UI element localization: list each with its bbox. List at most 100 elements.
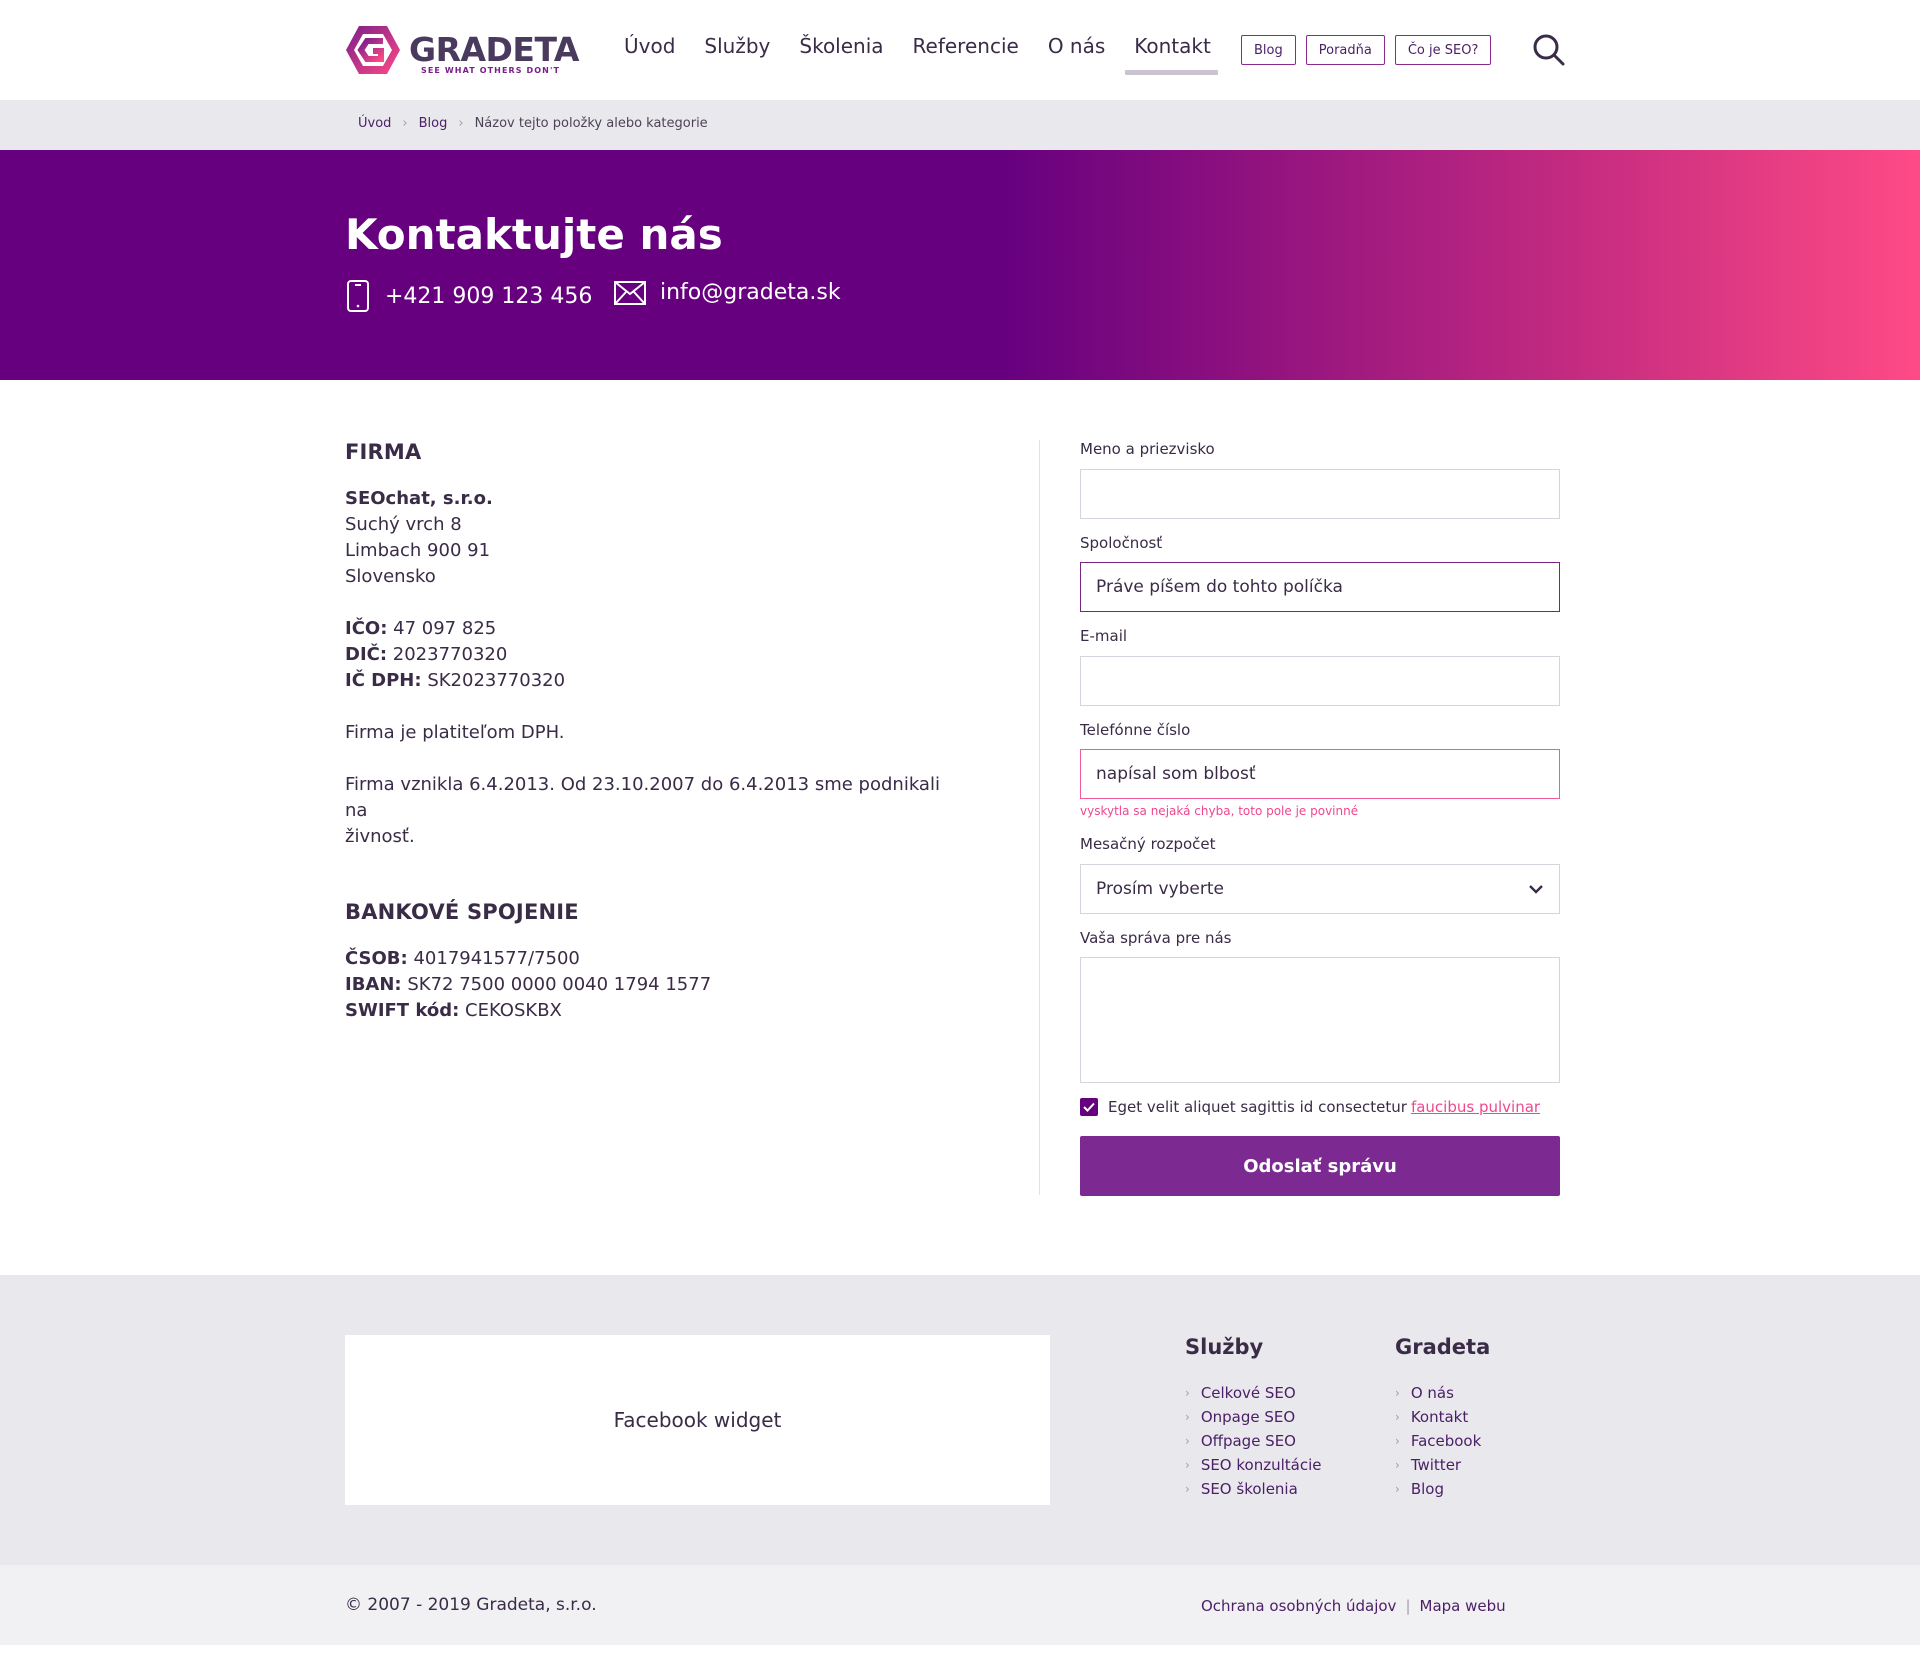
chevron-right-icon: › bbox=[1395, 1482, 1400, 1496]
phone-label: Telefónne číslo bbox=[1080, 721, 1191, 739]
footer-link-kontakt[interactable]: › Kontakt bbox=[1395, 1405, 1490, 1429]
main-nav: Úvod Služby Školenia Referencie O nás Ko… bbox=[624, 34, 1240, 75]
nav-item-kontakt[interactable]: Kontakt bbox=[1125, 34, 1218, 75]
breadcrumb: Úvod › Blog › Názov tejto položky alebo … bbox=[0, 100, 1920, 150]
pill-poradna[interactable]: Poradňa bbox=[1305, 35, 1385, 65]
name-label: Meno a priezvisko bbox=[1080, 440, 1215, 458]
csob-value: 4017941577/7500 bbox=[413, 948, 580, 969]
chevron-right-icon: › bbox=[1395, 1458, 1400, 1472]
footer-link-onpage-seo[interactable]: › Onpage SEO bbox=[1185, 1405, 1322, 1429]
footer-link-label: O nás bbox=[1410, 1384, 1454, 1402]
nav-item-referencie[interactable]: Referencie bbox=[913, 34, 1019, 74]
footer-link-twitter[interactable]: › Twitter bbox=[1395, 1453, 1490, 1477]
footer-link-seo-skolenia[interactable]: › SEO školenia bbox=[1185, 1477, 1322, 1501]
ico-label: IČO: bbox=[345, 618, 388, 639]
hero-email[interactable]: info@gradeta.sk bbox=[614, 280, 841, 305]
bottom-bar: © 2007 - 2019 Gradeta, s.r.o. Ochrana os… bbox=[0, 1565, 1920, 1645]
footer-link-facebook[interactable]: › Facebook bbox=[1395, 1429, 1490, 1453]
column-divider bbox=[1039, 440, 1040, 1195]
consent-link[interactable]: faucibus pulvinar bbox=[1411, 1098, 1540, 1116]
footer-services-title: Služby bbox=[1185, 1335, 1264, 1359]
chevron-right-icon: › bbox=[1395, 1386, 1400, 1400]
site-footer: Facebook widget Služby › Celkové SEO › Onp… bbox=[0, 1275, 1920, 1565]
submit-button[interactable]: Odoslať správu bbox=[1080, 1136, 1560, 1196]
iban-label: IBAN: bbox=[345, 974, 402, 995]
nav-item-uvod[interactable]: Úvod bbox=[624, 34, 675, 74]
chevron-down-icon bbox=[1529, 885, 1543, 894]
swift-label: SWIFT kód: bbox=[345, 1000, 460, 1021]
footer-link-seo-konzultacie[interactable]: › SEO konzultácie bbox=[1185, 1453, 1322, 1477]
company-label: Spoločnosť bbox=[1080, 534, 1163, 552]
footer-link-label: SEO školenia bbox=[1200, 1480, 1298, 1498]
breadcrumb-item-uvod[interactable]: Úvod bbox=[358, 116, 391, 131]
footer-link-blog[interactable]: › Blog bbox=[1395, 1477, 1490, 1501]
pill-blog[interactable]: Blog bbox=[1241, 35, 1296, 65]
footer-services: Služby › Celkové SEO › Onpage SEO › Offpage… bbox=[1185, 1335, 1322, 1501]
site-header: GRADETA SEE WHAT OTHERS DON'T Úvod Služb… bbox=[0, 0, 1920, 100]
facebook-widget[interactable]: Facebook widget bbox=[345, 1335, 1050, 1505]
phone-icon bbox=[347, 280, 369, 312]
icdph-value: SK2023770320 bbox=[427, 670, 566, 691]
swift-value: CEKOSKBX bbox=[465, 1000, 562, 1021]
chevron-right-icon: › bbox=[402, 116, 408, 131]
footer-link-label: Offpage SEO bbox=[1200, 1432, 1296, 1450]
footer-link-label: Celkové SEO bbox=[1200, 1384, 1296, 1402]
company-heading: FIRMA bbox=[345, 440, 422, 464]
legal-separator: | bbox=[1405, 1597, 1411, 1615]
logo-wordmark: GRADETA bbox=[409, 30, 579, 69]
email-field[interactable] bbox=[1080, 656, 1560, 706]
footer-link-label: Twitter bbox=[1410, 1456, 1462, 1474]
pill-co-je-seo[interactable]: Čo je SEO? bbox=[1394, 35, 1492, 65]
copyright: © 2007 - 2019 Gradeta, s.r.o. bbox=[345, 1595, 597, 1615]
hero-phone-text: +421 909 123 456 bbox=[385, 283, 593, 309]
phone-error-message: vyskytla sa nejaká chyba, toto pole je p… bbox=[1080, 804, 1359, 818]
chevron-right-icon: › bbox=[1185, 1458, 1190, 1472]
chevron-right-icon: › bbox=[1185, 1434, 1190, 1448]
chevron-right-icon: › bbox=[1395, 1434, 1400, 1448]
footer-link-celkove-seo[interactable]: › Celkové SEO bbox=[1185, 1381, 1322, 1405]
nav-item-o-nas[interactable]: O nás bbox=[1048, 34, 1105, 74]
name-field[interactable] bbox=[1080, 469, 1560, 519]
consent-checkbox[interactable] bbox=[1080, 1098, 1098, 1116]
chevron-right-icon: › bbox=[458, 116, 464, 131]
history-line-2: živnosť. bbox=[345, 826, 415, 847]
phone-field[interactable]: napísal som blbosť bbox=[1080, 749, 1560, 799]
search-button[interactable] bbox=[1532, 33, 1566, 67]
company-country: Slovensko bbox=[345, 566, 436, 587]
consent-text: Eget velit aliquet sagittis id consectet… bbox=[1108, 1098, 1407, 1116]
logo[interactable]: GRADETA SEE WHAT OTHERS DON'T bbox=[345, 24, 579, 76]
budget-select[interactable]: Prosím vyberte bbox=[1080, 864, 1560, 914]
hero-phone[interactable]: +421 909 123 456 bbox=[345, 280, 592, 312]
ico-value: 47 097 825 bbox=[393, 618, 497, 639]
company-name: SEOchat, s.r.o. bbox=[345, 488, 493, 509]
bank-heading: BANKOVÉ SPOJENIE bbox=[345, 900, 579, 924]
footer-link-offpage-seo[interactable]: › Offpage SEO bbox=[1185, 1429, 1322, 1453]
privacy-link[interactable]: Ochrana osobných údajov bbox=[1201, 1597, 1396, 1615]
breadcrumb-current: Názov tejto položky alebo kategorie bbox=[474, 116, 708, 131]
message-label: Vaša správa pre nás bbox=[1080, 929, 1232, 947]
vat-note: Firma je platiteľom DPH. bbox=[345, 722, 565, 743]
consent-row: Eget velit aliquet sagittis id consectet… bbox=[1080, 1098, 1540, 1116]
chevron-right-icon: › bbox=[1395, 1410, 1400, 1424]
footer-link-o-nas[interactable]: › O nás bbox=[1395, 1381, 1490, 1405]
nav-item-skolenia[interactable]: Školenia bbox=[799, 34, 883, 74]
logo-tagline: SEE WHAT OTHERS DON'T bbox=[421, 66, 561, 75]
dic-value: 2023770320 bbox=[392, 644, 508, 665]
footer-company-title: Gradeta bbox=[1395, 1335, 1491, 1359]
message-textarea[interactable] bbox=[1080, 957, 1560, 1083]
sitemap-link[interactable]: Mapa webu bbox=[1420, 1597, 1506, 1615]
budget-select-value: Prosím vyberte bbox=[1096, 879, 1224, 899]
footer-link-label: SEO konzultácie bbox=[1200, 1456, 1322, 1474]
breadcrumb-item-blog[interactable]: Blog bbox=[419, 116, 448, 131]
nav-item-sluzby[interactable]: Služby bbox=[704, 34, 770, 74]
company-field[interactable]: Práve píšem do tohto políčka bbox=[1080, 562, 1560, 612]
chevron-right-icon: › bbox=[1185, 1386, 1190, 1400]
company-street: Suchý vrch 8 bbox=[345, 514, 462, 535]
check-icon bbox=[1083, 1102, 1095, 1112]
footer-link-label: Blog bbox=[1410, 1480, 1444, 1498]
hero-email-text: info@gradeta.sk bbox=[660, 280, 841, 305]
footer-company: Gradeta › O nás › Kontakt › Facebook › Twitt… bbox=[1395, 1335, 1490, 1501]
footer-link-label: Onpage SEO bbox=[1200, 1408, 1296, 1426]
company-info: FIRMA SEOchat, s.r.o. Suchý vrch 8 Limba… bbox=[345, 440, 945, 1024]
email-label: E-mail bbox=[1080, 627, 1128, 645]
